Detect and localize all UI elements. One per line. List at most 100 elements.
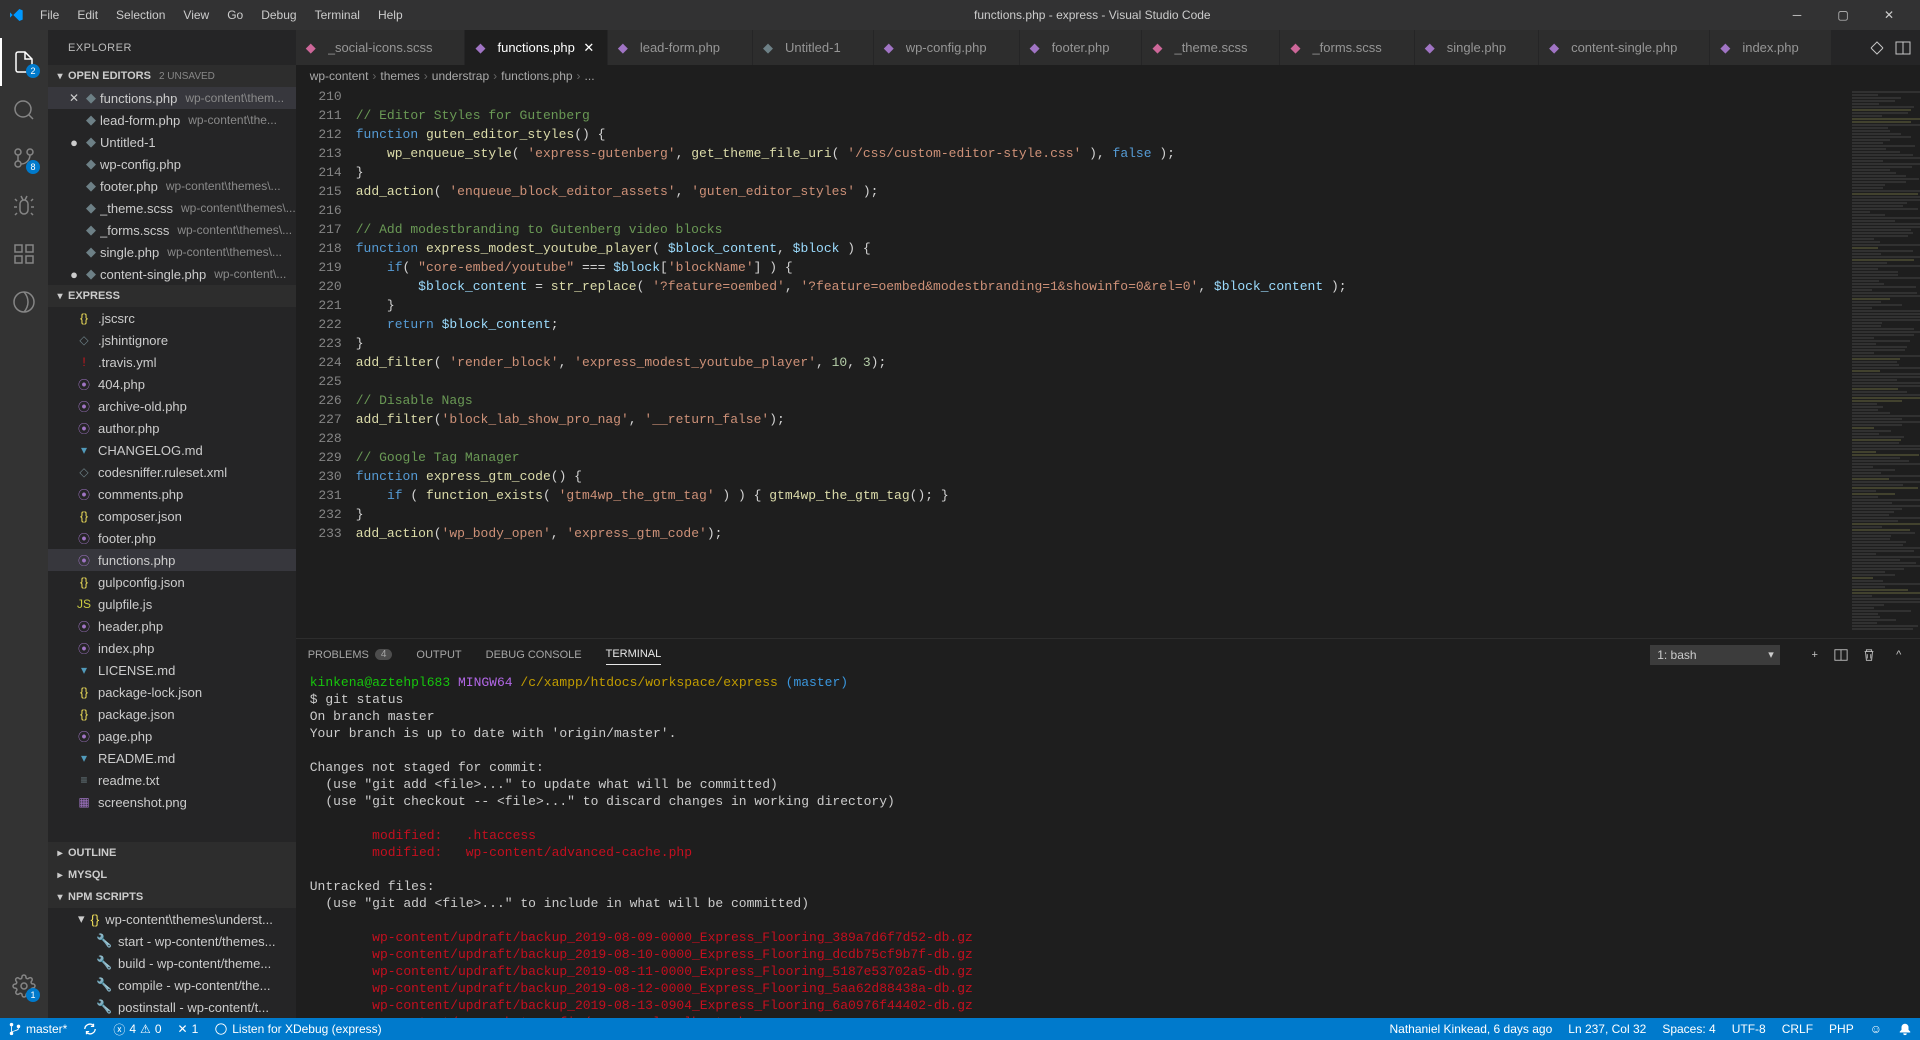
file-tree-item[interactable]: ⦿archive-old.php xyxy=(48,395,296,417)
output-tab[interactable]: OUTPUT xyxy=(416,645,461,665)
open-editor-item[interactable]: ◆Untitled-1 xyxy=(48,131,296,153)
terminal-selector[interactable]: 1: bash xyxy=(1650,645,1780,665)
file-tree-item[interactable]: {}gulpconfig.json xyxy=(48,571,296,593)
file-tree-item[interactable]: ▦screenshot.png xyxy=(48,791,296,813)
open-editor-item[interactable]: ◆_theme.scsswp-content\themes\... xyxy=(48,197,296,219)
file-tree-item[interactable]: !.travis.yml xyxy=(48,351,296,373)
maximize-button[interactable]: ▢ xyxy=(1820,0,1866,30)
open-changes-icon[interactable] xyxy=(1866,37,1888,59)
menu-selection[interactable]: Selection xyxy=(108,4,173,26)
debug-console-tab[interactable]: DEBUG CONSOLE xyxy=(486,645,582,665)
compare-changes-icon[interactable] xyxy=(1840,37,1862,59)
file-tree-item[interactable]: ⦿author.php xyxy=(48,417,296,439)
kill-terminal-icon[interactable] xyxy=(1862,648,1880,662)
file-tree-item[interactable]: ⦿functions.php xyxy=(48,549,296,571)
open-editor-item[interactable]: ◆single.phpwp-content\themes\... xyxy=(48,241,296,263)
editor-tab[interactable]: ◆lead-form.php✕ xyxy=(608,30,753,65)
editor-tab[interactable]: ◆wp-config.php✕ xyxy=(874,30,1020,65)
file-tree-item[interactable]: ◇.jshintignore xyxy=(48,329,296,351)
close-button[interactable]: ✕ xyxy=(1866,0,1912,30)
menu-view[interactable]: View xyxy=(175,4,217,26)
search-activity[interactable] xyxy=(0,86,48,134)
close-icon[interactable]: ✕ xyxy=(66,90,82,106)
file-tree-item[interactable]: ▾README.md xyxy=(48,747,296,769)
code-content[interactable]: // Editor Styles for Gutenbergfunction g… xyxy=(356,87,1848,638)
breadcrumb-segment[interactable]: functions.php xyxy=(501,69,572,83)
encoding-status[interactable]: UTF-8 xyxy=(1724,1022,1774,1036)
git-blame-status[interactable]: Nathaniel Kinkead, 6 days ago xyxy=(1381,1022,1560,1036)
source-control-activity[interactable]: 8 xyxy=(0,134,48,182)
editor-tab[interactable]: ◆footer.php✕ xyxy=(1020,30,1143,65)
editor-tab[interactable]: ◆single.php✕ xyxy=(1415,30,1539,65)
indent-status[interactable]: Spaces: 4 xyxy=(1654,1022,1723,1036)
menu-help[interactable]: Help xyxy=(370,4,411,26)
editor-tab[interactable]: ◆functions.php✕ xyxy=(465,30,607,65)
sync-status[interactable] xyxy=(75,1018,105,1040)
open-editors-header[interactable]: ▾ OPEN EDITORS 2 UNSAVED xyxy=(48,65,296,87)
debug-activity[interactable] xyxy=(0,182,48,230)
new-terminal-icon[interactable]: + xyxy=(1806,649,1824,661)
git-branch-status[interactable]: master* xyxy=(0,1018,75,1040)
file-tree-item[interactable]: ⦿header.php xyxy=(48,615,296,637)
npm-script-item[interactable]: 🔧build - wp-content/theme... xyxy=(48,952,296,974)
remote-activity[interactable] xyxy=(0,278,48,326)
breadcrumb-segment[interactable]: understrap xyxy=(432,69,489,83)
info-status[interactable]: ✕1 xyxy=(170,1018,207,1040)
close-tab-icon[interactable]: ✕ xyxy=(581,40,597,56)
file-tree-item[interactable]: ⦿404.php xyxy=(48,373,296,395)
npm-script-item[interactable]: 🔧start - wp-content/themes... xyxy=(48,930,296,952)
file-tree-item[interactable]: ▾LICENSE.md xyxy=(48,659,296,681)
settings-activity[interactable]: 1 xyxy=(0,962,48,1010)
editor-tab[interactable]: ◆index.php✕ xyxy=(1710,30,1831,65)
extensions-activity[interactable] xyxy=(0,230,48,278)
file-tree-item[interactable]: ⦿footer.php xyxy=(48,527,296,549)
open-editor-item[interactable]: ◆content-single.phpwp-content\... xyxy=(48,263,296,285)
breadcrumb-segment[interactable]: themes xyxy=(380,69,419,83)
notifications-icon[interactable] xyxy=(1890,1022,1920,1036)
npm-script-item[interactable]: 🔧compile - wp-content/the... xyxy=(48,974,296,996)
code-editor[interactable]: 2102112122132142152162172182192202212222… xyxy=(296,87,1920,638)
open-editor-item[interactable]: ◆wp-config.php xyxy=(48,153,296,175)
file-tree-item[interactable]: ≡readme.txt xyxy=(48,769,296,791)
problems-status[interactable]: ⓧ4 ⚠0 xyxy=(105,1018,169,1040)
breadcrumb[interactable]: wp-content›themes›understrap›functions.p… xyxy=(296,65,1920,87)
xdebug-status[interactable]: Listen for XDebug (express) xyxy=(206,1018,389,1040)
breadcrumb-segment[interactable]: ... xyxy=(585,69,595,83)
feedback-icon[interactable]: ☺ xyxy=(1862,1022,1890,1036)
file-tree-item[interactable]: ⦿comments.php xyxy=(48,483,296,505)
eol-status[interactable]: CRLF xyxy=(1774,1022,1821,1036)
mysql-header[interactable]: ▸ MYSQL xyxy=(48,864,296,886)
minimap[interactable] xyxy=(1848,87,1920,638)
file-tree-item[interactable]: ⦿index.php xyxy=(48,637,296,659)
language-status[interactable]: PHP xyxy=(1821,1022,1862,1036)
file-tree-item[interactable]: {}composer.json xyxy=(48,505,296,527)
explorer-activity[interactable]: 2 xyxy=(0,38,48,86)
file-tree-item[interactable]: {}package.json xyxy=(48,703,296,725)
split-editor-icon[interactable] xyxy=(1892,37,1914,59)
editor-tab[interactable]: ◆_theme.scss✕ xyxy=(1142,30,1280,65)
file-tree-item[interactable]: JSgulpfile.js xyxy=(48,593,296,615)
minimize-button[interactable]: ─ xyxy=(1774,0,1820,30)
menu-file[interactable]: File xyxy=(32,4,67,26)
file-tree-item[interactable]: ⦿page.php xyxy=(48,725,296,747)
menu-terminal[interactable]: Terminal xyxy=(307,4,368,26)
open-editor-item[interactable]: ✕◆functions.phpwp-content\them... xyxy=(48,87,296,109)
outline-header[interactable]: ▸ OUTLINE xyxy=(48,842,296,864)
open-editor-item[interactable]: ◆lead-form.phpwp-content\the... xyxy=(48,109,296,131)
problems-tab[interactable]: PROBLEMS 4 xyxy=(308,645,393,665)
file-tree-item[interactable]: {}package-lock.json xyxy=(48,681,296,703)
editor-tab[interactable]: ◆_forms.scss✕ xyxy=(1280,30,1414,65)
menu-edit[interactable]: Edit xyxy=(69,4,106,26)
breadcrumb-segment[interactable]: wp-content xyxy=(310,69,369,83)
maximize-panel-icon[interactable]: ^ xyxy=(1890,649,1908,661)
open-editor-item[interactable]: ◆_forms.scsswp-content\themes\... xyxy=(48,219,296,241)
editor-tab[interactable]: ◆content-single.php✕ xyxy=(1539,30,1710,65)
terminal-content[interactable]: kinkena@aztehpl683 MINGW64 /c/xampp/htdo… xyxy=(296,670,1920,1018)
menu-debug[interactable]: Debug xyxy=(253,4,304,26)
editor-tab[interactable]: ◆_social-icons.scss✕ xyxy=(296,30,466,65)
editor-tab[interactable]: ◆Untitled-1 xyxy=(753,30,874,65)
npm-script-item[interactable]: 🔧postinstall - wp-content/t... xyxy=(48,996,296,1018)
file-tree-item[interactable]: {}.jscsrc xyxy=(48,307,296,329)
cursor-position-status[interactable]: Ln 237, Col 32 xyxy=(1560,1022,1654,1036)
npm-scripts-header[interactable]: ▾ NPM SCRIPTS xyxy=(48,886,296,908)
